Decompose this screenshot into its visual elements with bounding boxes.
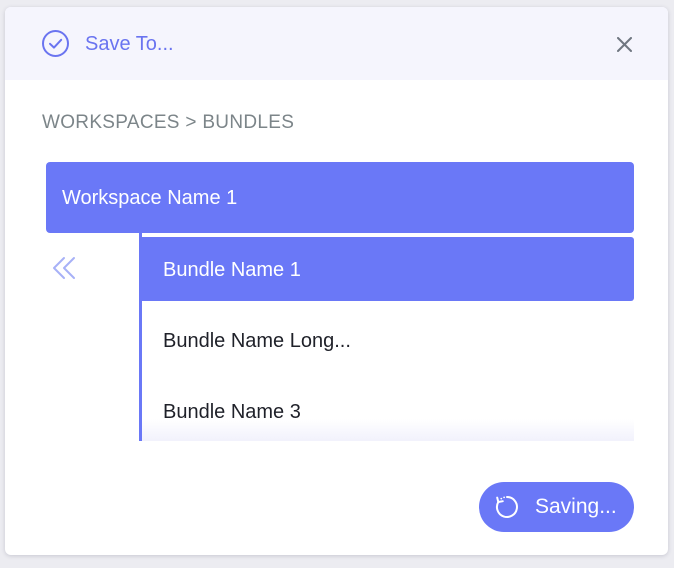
dialog-header: Save To... bbox=[5, 7, 668, 80]
close-button[interactable] bbox=[609, 29, 639, 59]
breadcrumb: WORKSPACES > BUNDLES bbox=[42, 112, 295, 133]
bundle-label: Bundle Name Long... bbox=[163, 330, 351, 352]
bundle-label: Bundle Name 3 bbox=[163, 401, 301, 423]
loading-spinner-icon bbox=[494, 494, 520, 520]
workspace-item[interactable]: Workspace Name 1 bbox=[46, 162, 634, 233]
bundle-label: Bundle Name 1 bbox=[163, 259, 301, 281]
back-button[interactable] bbox=[50, 254, 80, 284]
workspace-label: Workspace Name 1 bbox=[62, 187, 238, 209]
double-chevron-left-icon bbox=[53, 257, 75, 279]
saving-button[interactable]: Saving... bbox=[479, 482, 634, 532]
close-icon bbox=[617, 37, 632, 52]
bundle-list[interactable]: Bundle Name 1 Bundle Name Long... Bundle… bbox=[139, 233, 634, 441]
saving-label: Saving... bbox=[535, 495, 617, 518]
dialog-title: Save To... bbox=[85, 33, 174, 55]
bundle-item-1[interactable]: Bundle Name 1 bbox=[142, 237, 634, 301]
bundle-item-3[interactable]: Bundle Name 3 bbox=[142, 379, 634, 441]
bundle-item-2[interactable]: Bundle Name Long... bbox=[142, 308, 634, 372]
check-circle-icon bbox=[41, 29, 70, 58]
save-to-dialog: Save To... WORKSPACES > BUNDLES Workspac… bbox=[5, 7, 668, 555]
